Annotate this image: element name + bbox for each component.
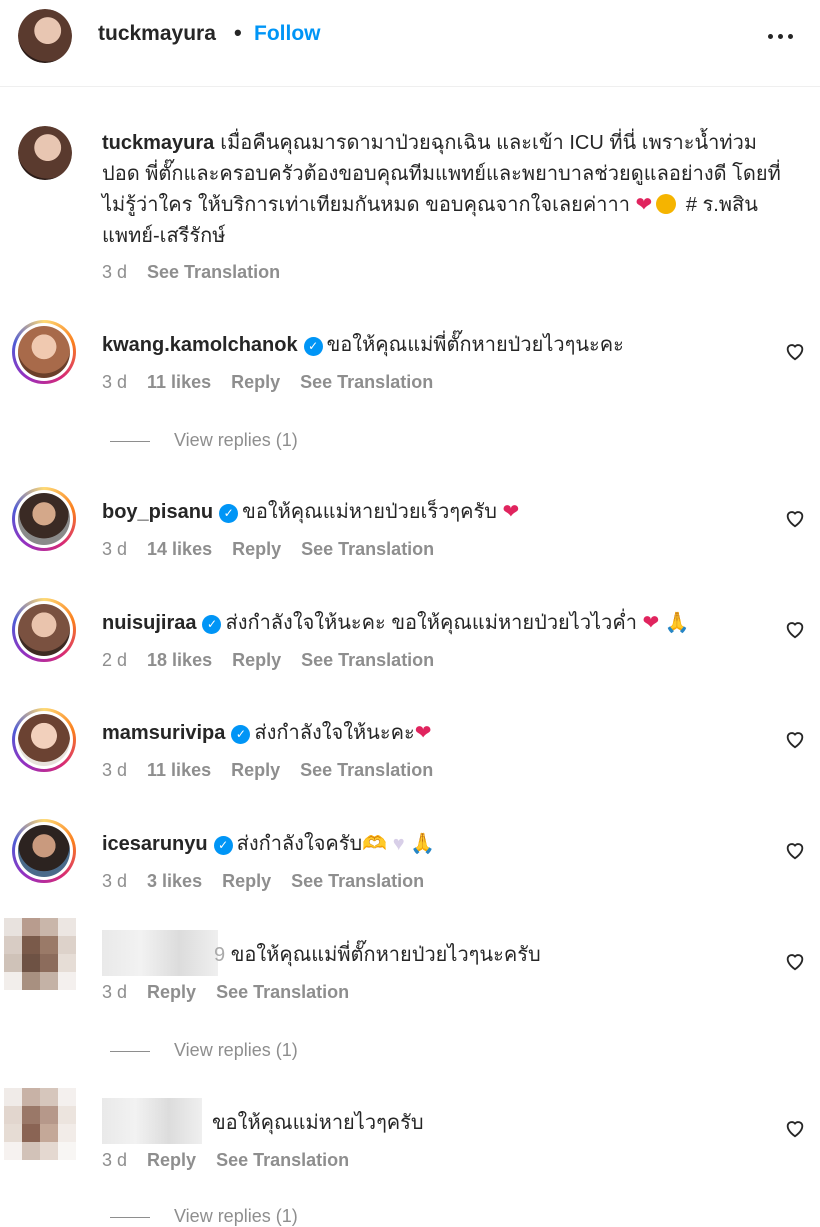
username-fragment: 9 xyxy=(214,944,226,966)
comment-likes[interactable]: 18 likes xyxy=(147,650,212,670)
verified-badge-icon: ✓ xyxy=(213,836,233,855)
comment-likes[interactable]: 14 likes xyxy=(147,539,212,559)
see-translation-button[interactable]: See Translation xyxy=(216,1150,349,1170)
author-avatar[interactable] xyxy=(18,9,72,63)
comment-time: 3 d xyxy=(102,871,128,891)
pray-emoji-icon: 🙏 xyxy=(410,833,436,855)
comment-username[interactable]: icesarunyu xyxy=(102,833,208,855)
see-translation-button[interactable]: See Translation xyxy=(216,982,349,1002)
comment-likes[interactable]: 11 likes xyxy=(147,372,211,392)
heart-emoji-icon: ❤ xyxy=(414,722,432,744)
white-heart-emoji-icon: ♥ xyxy=(392,833,405,855)
heart-outline-icon[interactable] xyxy=(784,839,806,861)
heart-outline-icon[interactable] xyxy=(784,728,806,750)
comment-meta: 3 d 3 likes Reply See Translation xyxy=(102,871,444,892)
comment-text: ขอให้คุณแม่หายไวๆครับ xyxy=(212,1112,424,1134)
more-options-icon[interactable] xyxy=(764,24,798,48)
comment: ขอให้คุณแม่หายไวๆครับ xyxy=(212,1106,424,1138)
heart-emoji-icon: ❤ xyxy=(642,612,660,634)
see-translation-button[interactable]: See Translation xyxy=(301,539,434,559)
view-replies-button[interactable]: View replies (1) xyxy=(110,1206,298,1227)
heart-emoji-icon: ❤ xyxy=(635,194,653,216)
smile-emoji-icon xyxy=(656,194,677,214)
heart-outline-icon[interactable] xyxy=(784,1117,806,1139)
comment-username[interactable]: nuisujiraa xyxy=(102,612,196,634)
comment-time: 3 d xyxy=(102,539,128,559)
comment-meta: 3 d 11 likes Reply See Translation xyxy=(102,372,453,393)
verified-badge-icon: ✓ xyxy=(303,337,323,356)
comment: kwang.kamolchanok ✓ ขอให้คุณแม่พี่ตั๊กหายป… xyxy=(102,328,624,360)
heart-outline-icon[interactable] xyxy=(784,950,806,972)
reply-button[interactable]: Reply xyxy=(147,982,196,1002)
caption-time: 3 d xyxy=(102,262,128,282)
comment-avatar[interactable] xyxy=(12,487,76,551)
comment-time: 3 d xyxy=(102,982,128,1002)
comment-time: 3 d xyxy=(102,1150,128,1170)
comment-likes[interactable]: 3 likes xyxy=(147,871,202,891)
blurred-avatar[interactable] xyxy=(4,1088,76,1160)
comment-text: ขอให้คุณแม่พี่ตั๊กหายป่วยไวๆนะคะ xyxy=(326,334,624,356)
reply-button[interactable]: Reply xyxy=(231,760,280,780)
see-translation-button[interactable]: See Translation xyxy=(291,871,424,891)
see-translation-button[interactable]: See Translation xyxy=(300,372,433,392)
comment: nuisujiraa ✓ ส่งกำลังใจให้นะคะ ขอให้คุณแม่… xyxy=(102,606,690,638)
follow-button[interactable]: Follow xyxy=(254,22,321,46)
comment-avatar[interactable] xyxy=(12,708,76,772)
comment-time: 3 d xyxy=(102,372,128,392)
comment: mamsurivipa ✓ ส่งกำลังใจให้นะคะ❤ xyxy=(102,716,431,748)
comment-meta: 3 d 11 likes Reply See Translation xyxy=(102,760,453,781)
verified-badge-icon: ✓ xyxy=(231,725,251,744)
caption-username[interactable]: tuckmayura xyxy=(102,132,214,154)
caption-see-translation[interactable]: See Translation xyxy=(147,262,280,282)
comment-username[interactable]: kwang.kamolchanok xyxy=(102,334,298,356)
heart-outline-icon[interactable] xyxy=(784,618,806,640)
comment-username[interactable]: mamsurivipa xyxy=(102,722,225,744)
see-translation-button[interactable]: See Translation xyxy=(300,760,433,780)
verified-badge-icon: ✓ xyxy=(219,504,239,523)
comment-text: ส่งกำลังใจครับ xyxy=(236,833,363,855)
verified-badge-icon: ✓ xyxy=(202,615,222,634)
reply-button[interactable]: Reply xyxy=(231,372,280,392)
blurred-avatar[interactable] xyxy=(4,918,76,990)
comment-meta: 3 d Reply See Translation xyxy=(102,1150,369,1171)
author-username[interactable]: tuckmayura xyxy=(98,22,216,46)
heart-outline-icon[interactable] xyxy=(784,340,806,362)
blurred-username xyxy=(102,1098,202,1144)
comment-text: ขอให้คุณแม่พี่ตั๊กหายป่วยไวๆนะครับ xyxy=(230,944,541,966)
post-header: tuckmayura • Follow xyxy=(0,0,820,87)
comment: boy_pisanu ✓ ขอให้คุณแม่หายป่วยเร็วๆครับ ❤ xyxy=(102,495,519,527)
comment-username[interactable]: boy_pisanu xyxy=(102,501,213,523)
comment: 9 ขอให้คุณแม่พี่ตั๊กหายป่วยไวๆนะครับ xyxy=(214,938,541,970)
comment: icesarunyu ✓ ส่งกำลังใจครับ🫶 ♥ 🙏 xyxy=(102,827,435,859)
comment-avatar[interactable] xyxy=(12,320,76,384)
caption-avatar[interactable] xyxy=(18,126,72,180)
comment-text: ส่งกำลังใจให้นะคะ ขอให้คุณแม่หายป่วยไวไว… xyxy=(225,612,637,634)
comment-time: 3 d xyxy=(102,760,128,780)
caption: tuckmayura เมื่อคืนคุณมารดามาป่วยฉุกเฉิน … xyxy=(102,128,792,252)
reply-button[interactable]: Reply xyxy=(232,539,281,559)
see-translation-button[interactable]: See Translation xyxy=(301,650,434,670)
view-replies-button[interactable]: View replies (1) xyxy=(110,430,298,451)
comment-time: 2 d xyxy=(102,650,128,670)
reply-button[interactable]: Reply xyxy=(232,650,281,670)
reply-button[interactable]: Reply xyxy=(147,1150,196,1170)
comment-text: ขอให้คุณแม่หายป่วยเร็วๆครับ xyxy=(242,501,497,523)
heart-outline-icon[interactable] xyxy=(784,507,806,529)
comment-text: ส่งกำลังใจให้นะคะ xyxy=(254,722,415,744)
comment-meta: 2 d 18 likes Reply See Translation xyxy=(102,650,454,671)
heart-emoji-icon: ❤ xyxy=(502,501,520,523)
view-replies-button[interactable]: View replies (1) xyxy=(110,1040,298,1061)
heart-hands-emoji-icon: 🫶 xyxy=(362,833,388,855)
separator-dot: • xyxy=(234,20,242,45)
comment-likes[interactable]: 11 likes xyxy=(147,760,211,780)
comment-avatar[interactable] xyxy=(12,598,76,662)
comment-meta: 3 d 14 likes Reply See Translation xyxy=(102,539,454,560)
pray-emoji-icon: 🙏 xyxy=(664,612,690,634)
comment-meta: 3 d Reply See Translation xyxy=(102,982,369,1003)
comment-avatar[interactable] xyxy=(12,819,76,883)
caption-meta: 3 d See Translation xyxy=(102,262,300,283)
blurred-username xyxy=(102,930,218,976)
reply-button[interactable]: Reply xyxy=(222,871,271,891)
